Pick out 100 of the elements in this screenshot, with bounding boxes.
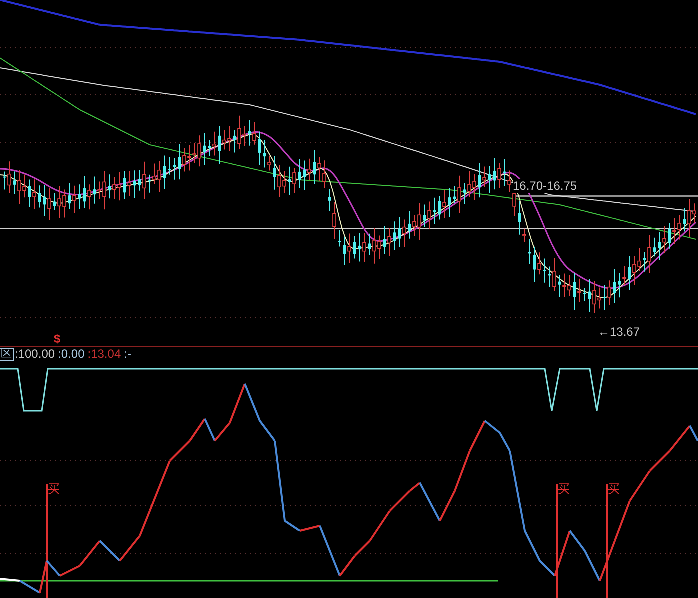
candlestick (43, 184, 46, 216)
candlestick (383, 226, 386, 255)
indicator-value: :0.00 (58, 347, 85, 361)
candlestick (588, 278, 591, 313)
candlestick (308, 158, 312, 181)
candlestick (163, 155, 166, 190)
candlestick (528, 238, 531, 265)
candlestick (328, 189, 331, 212)
candlestick (493, 158, 496, 190)
candlestick (668, 222, 671, 250)
candlestick (268, 155, 272, 172)
candlestick (212, 131, 216, 156)
indicator-value: :- (124, 347, 132, 361)
candlestick (543, 258, 546, 284)
candlestick (583, 288, 586, 302)
candlestick (518, 200, 521, 236)
candlestick (203, 132, 206, 166)
buy-label: 买 (608, 483, 620, 496)
candlestick (653, 237, 656, 258)
candlestick (108, 174, 111, 200)
candlestick (3, 171, 6, 190)
candlestick (442, 189, 446, 219)
buy-label: 买 (558, 483, 570, 496)
candlestick (88, 184, 92, 210)
candlestick (292, 167, 296, 194)
candlestick (478, 162, 481, 198)
candlestick (53, 192, 56, 211)
candlestick (138, 170, 141, 192)
candlestick (423, 204, 426, 228)
candlestick (448, 188, 451, 218)
candlestick (78, 184, 81, 210)
candlestick (13, 171, 16, 195)
candlestick (93, 176, 96, 204)
candlestick (578, 278, 582, 302)
candlestick (648, 234, 652, 274)
price-range-label: 16.70-16.75 (513, 179, 578, 193)
candlestick (498, 162, 502, 189)
candlestick (128, 170, 132, 197)
candlestick (303, 160, 306, 191)
buy-label: 买 (48, 483, 60, 496)
candlestick (148, 174, 151, 194)
candlestick (453, 186, 456, 204)
signal-mark: $ (54, 333, 61, 345)
candlestick (173, 158, 176, 180)
candlestick (273, 155, 276, 190)
candlestick (343, 236, 346, 266)
candlestick (408, 210, 411, 240)
candlestick (258, 131, 261, 166)
candlestick (608, 280, 612, 306)
candlestick (338, 230, 341, 248)
candlestick (32, 179, 36, 210)
candlestick (38, 185, 41, 208)
candlestick (628, 256, 631, 291)
candlestick (398, 216, 401, 248)
candlestick (643, 252, 646, 272)
candlestick (142, 161, 146, 200)
candlestick (123, 170, 126, 200)
candlestick (133, 170, 136, 199)
candlestick (482, 166, 486, 188)
candlestick (573, 272, 576, 311)
candlestick (388, 228, 392, 257)
candlestick (83, 176, 86, 210)
candlestick (233, 130, 236, 154)
candlestick (402, 219, 406, 248)
candlestick (48, 187, 52, 222)
candlestick (558, 274, 561, 298)
candlestick (618, 272, 621, 298)
candlestick (458, 175, 462, 214)
candlestick (248, 120, 251, 146)
candlestick (298, 158, 301, 189)
candlestick (488, 166, 491, 194)
indicator-value: :100.00 (15, 347, 56, 361)
candlestick (263, 140, 266, 168)
indicator-value: :13.04 (88, 347, 122, 361)
candlestick (288, 166, 291, 196)
candlestick (438, 196, 441, 220)
candlestick (28, 179, 31, 208)
candlestick (662, 226, 666, 254)
candlestick (428, 201, 432, 230)
candlestick (348, 233, 352, 264)
candlestick (68, 182, 71, 210)
candlestick (433, 197, 436, 226)
candlestick (362, 232, 366, 263)
candlestick (503, 158, 506, 187)
candlestick (178, 144, 181, 180)
candlestick (252, 122, 256, 146)
candlestick (353, 236, 356, 260)
candlestick (168, 156, 171, 176)
candlestick (313, 150, 316, 185)
candlestick (393, 221, 396, 251)
candlestick (548, 266, 551, 288)
candlestick (613, 268, 616, 304)
candlestick (463, 182, 466, 204)
candlestick (208, 140, 211, 156)
candlestick (658, 232, 661, 261)
candlestick (358, 233, 361, 262)
low-price-label: ←13.67 (598, 325, 640, 339)
candlestick (218, 126, 221, 164)
candlestick (552, 258, 556, 292)
candlestick (368, 233, 371, 256)
